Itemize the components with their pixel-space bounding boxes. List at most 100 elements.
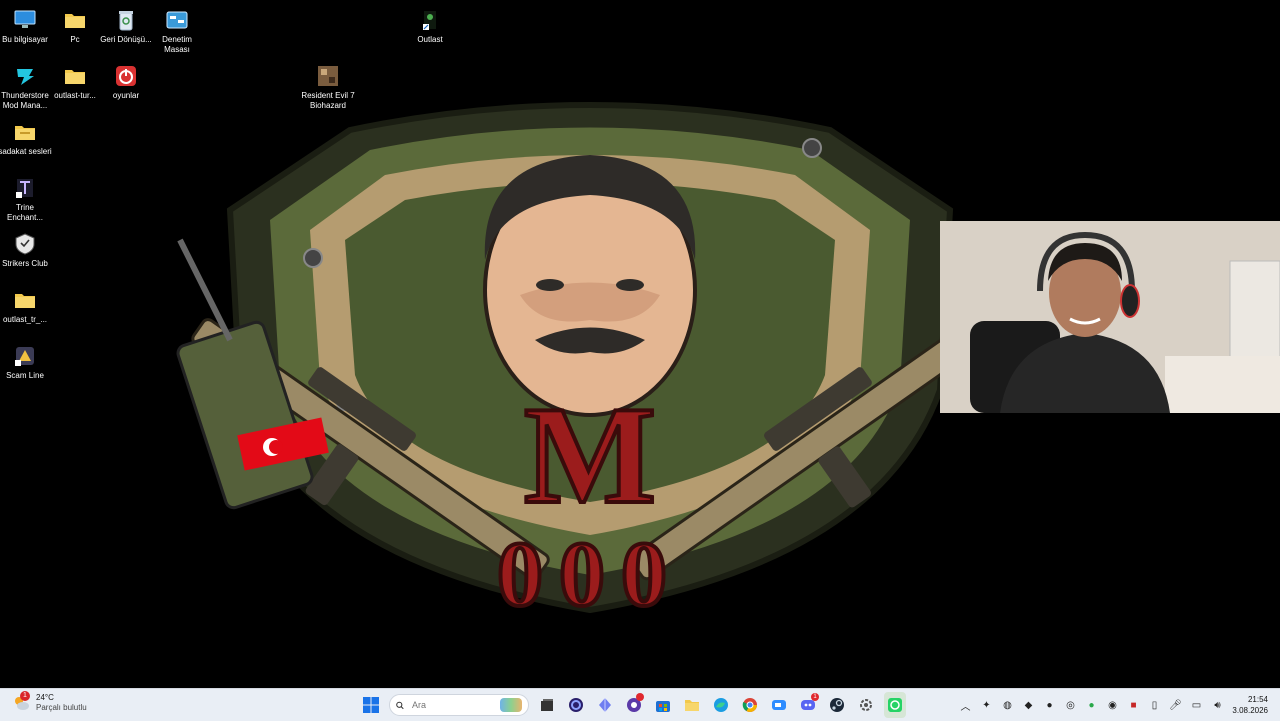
search-highlight-image [500,698,522,712]
folder-icon [63,64,87,88]
outlast-game-icon [418,8,442,32]
desktop-icon-label: Resident Evil 7 Biohazard [301,91,355,110]
taskbar-clock[interactable]: 21:54 3.08.2026 [1232,694,1268,716]
tray-app-icon[interactable]: ✦ [979,692,994,718]
desktop-icon-label: Scam Line [6,371,44,380]
taskbar-center: 1 [360,692,906,718]
tray-volume-icon[interactable]: 🔊︎ [1210,692,1225,718]
task-view-button[interactable] [536,692,558,718]
desktop-icon-control-panel[interactable]: Denetim Masası [150,4,204,55]
desktop-icon-label: Thunderstore Mod Mana... [1,91,49,110]
desktop-icon-label: outlast_tr_... [2,315,48,324]
file-explorer-icon [685,700,699,711]
weather-condition: Parçalı bulutlu [36,703,87,712]
desktop-icon-label: sadakat sesleri [0,147,52,156]
search-input[interactable] [410,699,495,711]
taskbar-app-kite[interactable] [594,692,616,718]
webcam-overlay [940,221,1280,413]
taskbar-app-settings[interactable] [855,692,877,718]
taskbar: 1 24°C Parçalı bulutlu Ara 1 ︿ ✦ ◍ ◆ ● ◎… [0,688,1280,721]
tray-app-icon[interactable]: ● [1042,692,1057,718]
zoom-icon [772,700,786,710]
taskbar-app-chrome[interactable] [739,692,761,718]
shield-icon [13,232,37,256]
weather-badge: 1 [20,691,30,701]
desktop-icon-label: Denetim Masası [162,35,192,54]
tray-usb-icon[interactable]: ▯ [1147,692,1162,718]
steam-icon [830,698,844,712]
power-icon [114,64,138,88]
monitor-icon [13,8,37,32]
clock-time: 21:54 [1247,695,1268,704]
desktop-icon-scam-line[interactable]: Scam Line [0,340,52,381]
desktop-icon-label: outlast-tur... [54,91,96,100]
taskbar-app-circle[interactable] [565,692,587,718]
taskbar-app-edge[interactable] [710,692,732,718]
desktop-icon-label: Pc [70,35,80,44]
task-view-icon [541,699,553,711]
taskbar-search[interactable] [389,694,529,716]
folder-icon [13,288,37,312]
desktop-icon-label: Strikers Club [2,259,48,268]
store-icon [656,701,670,712]
desktop-icon-resident-evil-7[interactable]: Resident Evil 7 Biohazard [301,60,355,111]
tray-microphone-icon[interactable]: 🎤︎ [1168,692,1183,718]
chrome-icon [742,698,757,712]
trine-game-icon [13,176,37,200]
tray-app-icon[interactable]: ◆ [1021,692,1036,718]
taskbar-app-github[interactable] [623,692,645,718]
desktop-icon-outlast[interactable]: Outlast [403,4,457,45]
settings-icon [860,699,872,711]
tray-app-icon[interactable]: ● [1084,692,1099,718]
desktop-icon-trine[interactable]: Trine Enchant... [0,172,52,223]
desktop-icon-label: oyunlar [112,91,140,100]
desktop-icon-this-pc[interactable]: Bu bilgisayar [0,4,52,45]
windows-start-icon [363,697,379,713]
taskbar-app-discord[interactable]: 1 [797,692,819,718]
desktop-icon-recycle-bin[interactable]: Geri Dönüşü... [99,4,153,45]
desktop-icon-label: Geri Dönüşü... [100,35,152,44]
folder-icon [63,8,87,32]
tray-overflow-chevron-icon[interactable]: ︿ [958,692,973,718]
desktop-icon-outlast-tur-folder[interactable]: outlast-tur... [48,60,102,101]
desktop-icon-pc-folder[interactable]: Pc [48,4,102,45]
folder-icon [13,120,37,144]
tray-app-icon[interactable]: ◍ [1000,692,1015,718]
thunderstore-icon [13,64,37,88]
search-icon [396,701,404,709]
control-panel-icon [165,8,189,32]
whatsapp-icon [888,698,902,712]
taskbar-app-steam[interactable] [826,692,848,718]
recycle-bin-icon [114,8,138,32]
cortana-circle-icon [569,698,583,712]
desktop-icon-label: Outlast [417,35,443,44]
desktop-icon-outlast-tr-folder[interactable]: outlast_tr_... [0,284,52,325]
tray-app-icon[interactable]: ■ [1126,692,1141,718]
notification-dot [636,693,644,701]
tray-display-icon[interactable]: ▭ [1189,692,1204,718]
system-tray: ︿ ✦ ◍ ◆ ● ◎ ● ◉ ■ ▯ 🎤︎ ▭ 🔊︎ [958,692,1225,718]
discord-badge: 1 [811,693,819,701]
desktop-icon-sadakat-sesleri[interactable]: sadakat sesleri [0,116,52,157]
scam-line-game-icon [13,344,37,368]
desktop-icon-label: Trine Enchant... [6,203,44,222]
webcam-person-image [940,221,1280,413]
taskbar-app-zoom[interactable] [768,692,790,718]
weather-temp: 24°C [36,693,54,702]
desktop-icon-strikers-club[interactable]: Strikers Club [0,228,52,269]
weather-widget[interactable]: 1 24°C Parçalı bulutlu [12,691,87,713]
clock-date: 3.08.2026 [1232,706,1268,715]
desktop-icon-label: Bu bilgisayar [2,35,48,44]
tray-steam-icon[interactable]: ◉ [1105,692,1120,718]
resident-evil-game-icon [316,64,340,88]
edge-icon [714,698,728,712]
desktop-icon-thunderstore[interactable]: Thunderstore Mod Mana... [0,60,52,111]
tray-app-icon[interactable]: ◎ [1063,692,1078,718]
taskbar-app-whatsapp[interactable] [884,692,906,718]
desktop-icon-oyunlar[interactable]: oyunlar [99,60,153,101]
taskbar-app-store[interactable] [652,692,674,718]
partly-cloudy-icon: 1 [12,691,30,712]
taskbar-app-explorer[interactable] [681,692,703,718]
start-button[interactable] [360,692,382,718]
kite-icon [599,698,611,712]
